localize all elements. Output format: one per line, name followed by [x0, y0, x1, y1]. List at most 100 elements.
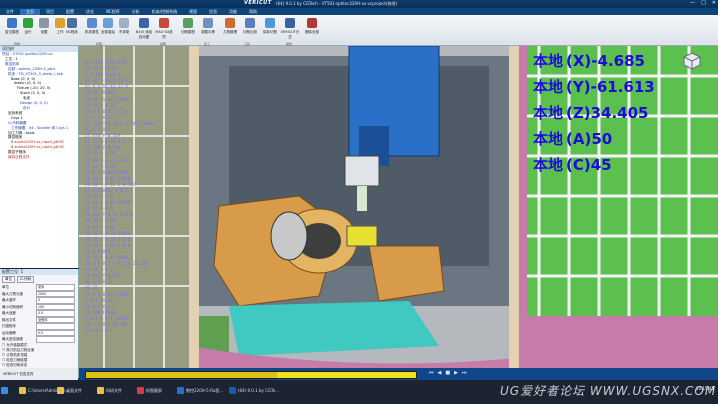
help-icon	[119, 18, 129, 28]
tab-units[interactable]: 单位	[2, 276, 15, 283]
reset-icon[interactable]: ⏮	[429, 370, 434, 376]
gcode-overlay: X-5.753 Y-61.613 Z1.97 Y-60.0 X-5.104 Y-61…	[85, 60, 156, 334]
menu-features[interactable]: 功能	[223, 9, 243, 15]
axis-value: 34.405	[590, 104, 649, 122]
project-tree: 项目 : VT501-sphtec220H-xx 工位 : 1 数控机床 控制 : s…	[0, 52, 78, 160]
taskbar-item-research[interactable]: 科研文件	[96, 383, 122, 399]
nx-icon	[139, 18, 149, 28]
step-back-icon[interactable]: ◀	[438, 370, 442, 376]
menu-nc-program[interactable]: NC程序	[100, 9, 126, 15]
folder-icon	[97, 387, 104, 394]
compare-button[interactable]: 切削比较	[240, 17, 260, 41]
menu-help[interactable]: 帮助	[243, 9, 263, 15]
gear-icon	[39, 18, 49, 28]
simulation-progress	[85, 371, 417, 379]
delete-all-button[interactable]: 删除全部	[302, 17, 322, 41]
menu-bar: 文件 主页 项目 配置 优化 NC程序 分析 机床/控制系统 视图 信息 功能 …	[0, 8, 718, 15]
menu-project[interactable]: 项目	[40, 9, 60, 15]
view-cube-icon[interactable]	[683, 52, 701, 70]
gcode-line: X-0.9 Y-0.1	[85, 328, 113, 334]
delete-icon	[307, 18, 317, 28]
forum-watermark: UG爱好者论坛 WWW.UGSNX.COM	[500, 384, 717, 398]
cutting-tool	[357, 186, 367, 211]
folder-icon	[57, 387, 64, 394]
compare-icon	[245, 18, 255, 28]
door-frame-left	[189, 46, 199, 368]
play-icon[interactable]: ▶	[454, 370, 458, 376]
checkbox-label: 换刀前后刀具全速	[6, 347, 35, 352]
machine-viewport[interactable]: X-5.753 Y-61.613 Z1.97 Y-60.0 X-5.104 Y-61…	[79, 46, 718, 368]
maximize-button[interactable]: □	[701, 0, 706, 6]
axis-label: 本地	[533, 78, 564, 96]
axis-readout-row: 本地 (Y)-61.613	[533, 74, 655, 100]
play-icon	[23, 18, 33, 28]
tree-item[interactable]: 保存过程文件	[2, 155, 78, 160]
axis-name: (X)	[566, 52, 592, 70]
checkbox-label: 计算机床顶端	[6, 352, 28, 357]
pan-button[interactable]: 调整平移	[198, 17, 218, 41]
axis-label: 本地	[533, 52, 564, 70]
stop-icon[interactable]: ■	[445, 370, 450, 376]
axis-readout-row: 本地 (C)45	[533, 152, 655, 178]
axis-name: (C)	[566, 156, 591, 174]
close-button[interactable]: ✕	[712, 0, 716, 6]
menu-info[interactable]: 信息	[203, 9, 223, 15]
nc-icon	[67, 18, 77, 28]
project-tree-panel: 项目树 项目 : VT501-sphtec220H-xx 工位 : 1 数控机床 控制…	[0, 46, 79, 268]
machine-icon	[87, 18, 97, 28]
pan-icon	[203, 18, 213, 28]
cut-model-button[interactable]: 切削模型	[178, 17, 198, 41]
axis-name: (Y)	[566, 78, 591, 96]
tool-icon	[225, 18, 235, 28]
tool-manager-button[interactable]: 刀具管理	[220, 17, 240, 41]
taskbar-item-nc[interactable]: 数控220H-5-Ru程...	[176, 383, 223, 399]
window-controls: — □ ✕	[690, 0, 716, 6]
axis-value: -61.613	[590, 78, 655, 96]
capture-icon	[137, 387, 144, 394]
axis-readout-row: 本地 (Z)34.405	[533, 100, 655, 126]
tree-item[interactable]: 工作偏置 - 54 - Spindle 到 Csys 1	[2, 126, 78, 131]
tab-gcode[interactable]: G-代码	[17, 276, 34, 283]
windows-icon	[1, 387, 8, 394]
menu-home[interactable]: 主页	[20, 8, 40, 15]
menu-machine[interactable]: 机床/控制系统	[146, 9, 183, 15]
folder-icon	[19, 387, 26, 394]
checkbox-label: 允许增量模式	[6, 342, 28, 347]
vericut-log-button[interactable]: VERICUT日志	[280, 17, 300, 41]
menu-analysis[interactable]: 分析	[126, 9, 146, 15]
axis-value: 50	[591, 130, 613, 148]
playback-controls: ⏮ ◀ ■ ▶ ⏭	[429, 370, 466, 376]
no-help-button[interactable]: 不求助	[114, 17, 134, 41]
axis-label: 本地	[533, 104, 564, 122]
menu-file[interactable]: 文件	[0, 9, 20, 15]
property-value-field[interactable]	[36, 336, 75, 343]
checkbox-label: 检查切削状态	[6, 362, 28, 367]
taskbar-item-vericut[interactable]: (64) 9.0.1 by CGTe...	[228, 383, 279, 399]
save-cut-button[interactable]: 保存切割	[260, 17, 280, 41]
redraw-icon	[103, 18, 113, 28]
axis-value: -4.685	[591, 52, 645, 70]
taskbar-item-capture[interactable]: 抓图截屏	[136, 383, 162, 399]
menu-optimize[interactable]: 优化	[80, 9, 100, 15]
taskbar-item-desktop[interactable]: 桌面文件	[56, 383, 82, 399]
axis-readout-row: 本地 (X)-4.685	[533, 48, 655, 74]
nc-program-button[interactable]: NC程序	[62, 17, 82, 41]
axis-label: 本地	[533, 156, 564, 174]
workpiece	[346, 225, 378, 247]
max-icon	[159, 18, 169, 28]
step-icon[interactable]: ⏭	[462, 370, 467, 376]
vericut-icon	[229, 387, 236, 394]
minimize-button[interactable]: —	[690, 0, 695, 6]
simulation-progress-fill	[86, 372, 278, 378]
nc-icon	[177, 387, 184, 394]
menu-config[interactable]: 配置	[60, 9, 80, 15]
app-logo: VERICUT	[244, 0, 272, 6]
door-frame-right	[509, 46, 519, 368]
save-icon	[265, 18, 275, 28]
menu-view[interactable]: 视图	[183, 9, 203, 15]
max5d-button[interactable]: MAX 5D选项	[154, 17, 174, 41]
axis-readout-row: 本地 (A)50	[533, 126, 655, 152]
axis-name: (A)	[566, 130, 592, 148]
nx-add-button[interactable]: NX/5 添加自动图	[134, 17, 154, 41]
checkbox-label: 检查刀柄碰撞	[6, 357, 28, 362]
